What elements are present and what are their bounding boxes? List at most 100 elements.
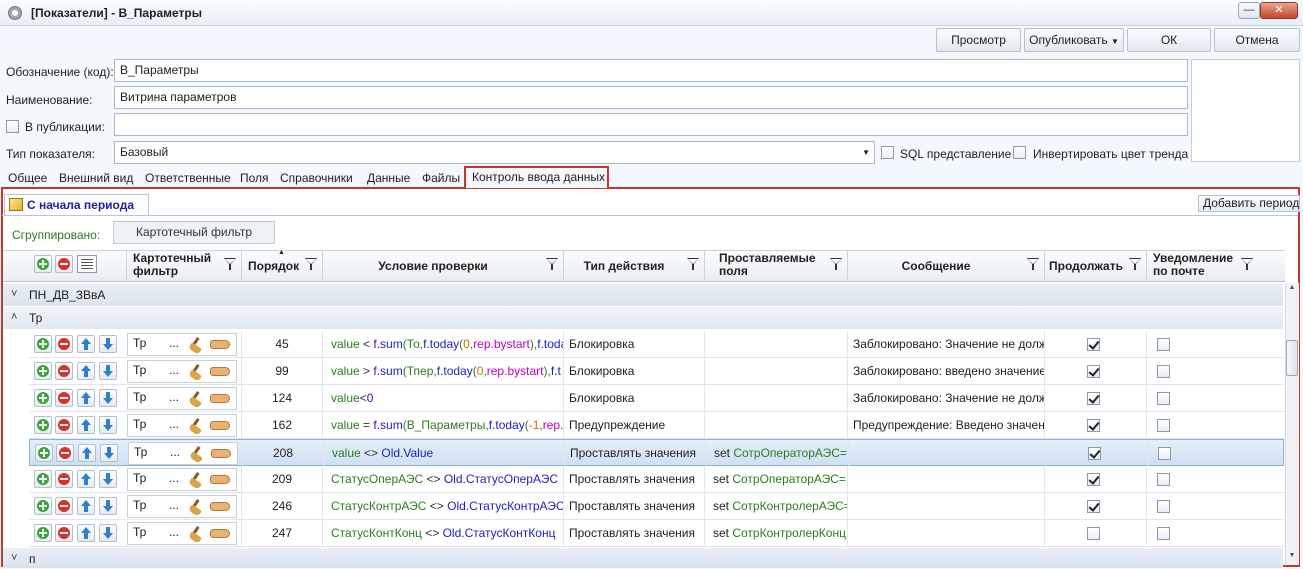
continue-checkbox[interactable] [1087, 527, 1100, 540]
continue-checkbox[interactable] [1087, 365, 1100, 378]
preview-button[interactable]: Просмотр [936, 28, 1021, 52]
table-row[interactable]: Тр... 246 СтатусКонтрАЭС <> Old.СтатусКонт… [29, 493, 1284, 520]
table-row[interactable]: Тр... 162 value = f.sum(В_Параметры,f.toda… [29, 412, 1284, 439]
condition-cell[interactable]: value <> Old.Value [323, 440, 564, 467]
filter-icon[interactable] [687, 258, 700, 271]
row-move-up-button[interactable] [77, 389, 95, 407]
pointer-hand-icon[interactable] [210, 394, 230, 403]
card-filter-cell[interactable]: Тр... [127, 360, 237, 383]
ok-button[interactable]: ОК [1127, 28, 1211, 52]
filter-icon[interactable] [224, 258, 237, 271]
row-move-up-button[interactable] [78, 444, 96, 462]
minimize-icon[interactable]: — [1238, 2, 1260, 19]
pointer-hand-icon[interactable] [210, 502, 230, 511]
card-filter-cell[interactable]: Тр... [127, 414, 237, 437]
action-type-cell[interactable]: Проставлять значения [563, 520, 704, 547]
fields-cell[interactable]: set СотрКонтролерКонц [704, 520, 847, 547]
table-row[interactable]: Тр... 247 СтатусКонтКонц <> Old.СтатусКонт… [29, 520, 1284, 547]
tab-references[interactable]: Справочники [280, 171, 353, 185]
row-add-button[interactable] [34, 497, 52, 515]
action-type-cell[interactable]: Блокировка [563, 385, 704, 412]
ellipsis-button[interactable]: ... [169, 469, 179, 487]
col-continue[interactable]: Продолжать [1044, 250, 1146, 282]
action-type-cell[interactable]: Блокировка [563, 358, 704, 385]
fields-cell[interactable]: set СотрОператорАЭС= [704, 466, 847, 493]
message-cell[interactable] [848, 440, 1045, 467]
name-field[interactable]: Витрина параметров [114, 86, 1188, 109]
ellipsis-button[interactable]: ... [169, 415, 179, 433]
email-cell[interactable] [1146, 358, 1258, 385]
card-filter-cell[interactable]: Тр... [127, 333, 237, 356]
pointer-hand-icon[interactable] [210, 529, 230, 538]
email-checkbox[interactable] [1157, 419, 1170, 432]
col-fields[interactable]: Проставляемые поля [704, 250, 847, 282]
col-condition[interactable]: Условие проверки [322, 250, 563, 282]
message-cell[interactable]: Заблокировано: введено значение [847, 358, 1044, 385]
subtab-from-period-start[interactable]: С начала периода [4, 194, 149, 216]
fields-cell[interactable]: set СотрКонтролерАЭС= [704, 493, 847, 520]
continue-checkbox[interactable] [1087, 473, 1100, 486]
row-move-down-button[interactable] [99, 362, 117, 380]
condition-cell[interactable]: value > f.sum(Тпер,f.today(0,rep.bystart… [322, 358, 563, 385]
close-icon[interactable]: ✕ [1260, 2, 1298, 19]
group-row-next[interactable]: ˅ п [3, 548, 1283, 568]
continue-cell[interactable] [1045, 440, 1147, 467]
table-row[interactable]: Тр... 209 СтатусОперАЭС <> Old.СтатусОперА… [29, 466, 1284, 493]
email-cell[interactable] [1146, 520, 1258, 547]
row-delete-button[interactable] [55, 470, 73, 488]
card-filter-cell[interactable]: Тр... [127, 495, 237, 518]
email-cell[interactable] [1146, 385, 1258, 412]
row-delete-button[interactable] [55, 497, 73, 515]
scroll-down-icon[interactable]: ▼ [1286, 552, 1298, 564]
row-move-down-button[interactable] [99, 389, 117, 407]
action-type-cell[interactable]: Проставлять значения [563, 493, 704, 520]
filter-icon[interactable] [546, 258, 559, 271]
col-email[interactable]: Уведомление по почте [1146, 250, 1258, 282]
email-cell[interactable] [1147, 440, 1259, 467]
add-period-button[interactable]: Добавить период [1198, 195, 1300, 212]
message-cell[interactable] [847, 466, 1044, 493]
pointer-hand-icon[interactable] [210, 421, 230, 430]
order-cell[interactable]: 162 [241, 412, 322, 439]
order-cell[interactable]: 45 [241, 331, 322, 358]
row-move-up-button[interactable] [77, 470, 95, 488]
message-cell[interactable]: Предупреждение: Введено значен [847, 412, 1044, 439]
ellipsis-button[interactable]: ... [170, 443, 180, 461]
row-delete-button[interactable] [55, 335, 73, 353]
tab-general[interactable]: Общее [8, 171, 47, 185]
card-filter-cell[interactable]: Тр... [127, 522, 237, 545]
email-checkbox[interactable] [1157, 392, 1170, 405]
row-move-up-button[interactable] [77, 524, 95, 542]
row-move-up-button[interactable] [77, 497, 95, 515]
action-type-cell[interactable]: Предупреждение [563, 412, 704, 439]
vertical-scrollbar[interactable] [1285, 283, 1299, 565]
action-type-cell[interactable]: Проставлять значения [563, 466, 704, 493]
pointer-hand-icon[interactable] [210, 367, 230, 376]
filter-icon[interactable] [1129, 258, 1142, 271]
continue-cell[interactable] [1044, 466, 1146, 493]
fields-cell[interactable] [704, 385, 847, 412]
filter-icon[interactable] [305, 258, 318, 271]
message-cell[interactable] [847, 520, 1044, 547]
condition-cell[interactable]: СтатусКонтрАЭС <> Old.СтатусКонтрАЭС [322, 493, 563, 520]
ellipsis-button[interactable]: ... [169, 388, 179, 406]
continue-cell[interactable] [1044, 412, 1146, 439]
row-add-button[interactable] [34, 524, 52, 542]
invert-trend-checkbox[interactable] [1013, 146, 1026, 159]
tab-files[interactable]: Файлы [422, 171, 460, 185]
clear-broom-icon[interactable] [188, 499, 206, 515]
email-cell[interactable] [1146, 412, 1258, 439]
order-cell[interactable]: 208 [242, 440, 323, 467]
row-add-button[interactable] [34, 470, 52, 488]
code-field[interactable]: В_Параметры [114, 59, 1188, 82]
continue-checkbox[interactable] [1087, 338, 1100, 351]
ellipsis-button[interactable]: ... [169, 496, 179, 514]
add-row-button[interactable] [34, 255, 52, 273]
row-delete-button[interactable] [56, 444, 74, 462]
tab-data[interactable]: Данные [367, 171, 410, 185]
email-checkbox[interactable] [1157, 500, 1170, 513]
clear-broom-icon[interactable] [188, 418, 206, 434]
publication-field[interactable] [114, 113, 1188, 136]
continue-checkbox[interactable] [1087, 419, 1100, 432]
group-row-sub[interactable]: ˄ Тр [3, 307, 1283, 329]
